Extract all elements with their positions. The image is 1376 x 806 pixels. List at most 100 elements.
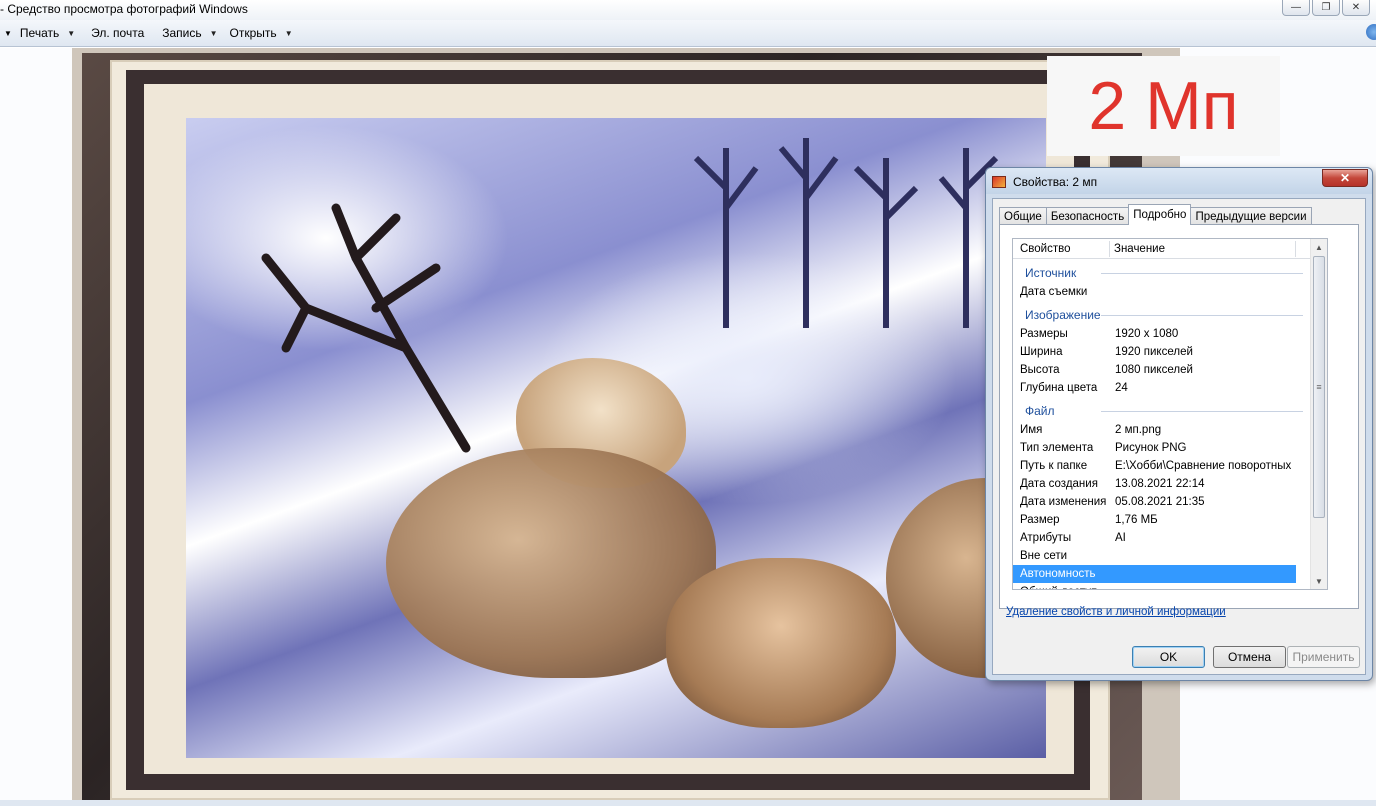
property-name: Тип элемента (1020, 442, 1094, 454)
property-value: 1080 пикселей (1115, 364, 1193, 376)
column-divider[interactable] (1295, 241, 1296, 257)
property-group-header[interactable]: Изображение (1013, 301, 1327, 325)
list-header: Свойство Значение (1013, 239, 1327, 259)
scroll-down-icon[interactable]: ▼ (1311, 573, 1327, 589)
email-button[interactable]: Эл. почта (85, 22, 150, 44)
window-title: - Средство просмотра фотографий Windows (0, 2, 248, 16)
burn-label: Запись (162, 26, 202, 40)
minimize-icon[interactable]: — (1282, 0, 1310, 16)
ok-button[interactable]: OK (1132, 646, 1205, 668)
property-value: 1920 пикселей (1115, 346, 1193, 358)
group-divider (1101, 273, 1303, 274)
property-row[interactable]: Путь к папке E:\Хобби\Сравнение поворотны… (1013, 457, 1327, 475)
property-row[interactable]: Дата изменения 05.08.2021 21:35 (1013, 493, 1327, 511)
tab-security[interactable]: Безопасность (1045, 207, 1130, 225)
property-group-header[interactable]: Источник (1013, 259, 1327, 283)
tab-details[interactable]: Подробно (1128, 204, 1192, 225)
email-label: Эл. почта (91, 26, 145, 40)
property-name: Размер (1020, 514, 1060, 526)
property-row[interactable]: Дата съемки (1013, 283, 1327, 301)
property-name: Автономность (1020, 568, 1096, 580)
group-label: Изображение (1025, 308, 1101, 322)
toolbar: ▼ Печать ▼ Эл. почта Запись ▼ Открыть ▼ (0, 20, 1376, 47)
print-label: Печать (19, 26, 60, 40)
chevron-down-icon: ▼ (67, 28, 76, 38)
property-row[interactable]: Вне сети (1013, 547, 1327, 565)
image-file-icon (992, 176, 1006, 188)
painting-scene (186, 118, 1046, 758)
property-row[interactable]: Глубина цвета 24 (1013, 379, 1327, 397)
property-value: 1920 x 1080 (1115, 328, 1179, 340)
property-name: Размеры (1020, 328, 1068, 340)
antlers-illustration (261, 203, 471, 453)
property-name: Дата съемки (1020, 286, 1088, 298)
property-row[interactable]: Общий доступ (1013, 583, 1327, 589)
properties-list[interactable]: Свойство Значение Источник Дата съемки Изо… (1012, 238, 1328, 590)
window-controls: — ❐ ✕ (1282, 0, 1370, 16)
chevron-down-icon[interactable]: ▼ (0, 22, 14, 44)
window-titlebar: - Средство просмотра фотографий Windows … (0, 0, 1376, 20)
open-menu[interactable]: Открыть ▼ (224, 22, 299, 44)
tab-previous-versions[interactable]: Предыдущие версии (1190, 207, 1312, 225)
property-value: 05.08.2021 21:35 (1115, 496, 1205, 508)
print-menu[interactable]: Печать ▼ (14, 22, 81, 44)
column-divider[interactable] (1109, 241, 1110, 257)
property-row[interactable]: Дата создания 13.08.2021 22:14 (1013, 475, 1327, 493)
properties-dialog: Свойства: 2 мп ✕ Общие Безопасность Подр… (985, 167, 1373, 681)
bottom-controls-strip (0, 800, 1376, 806)
column-header-value[interactable]: Значение (1114, 243, 1165, 255)
property-name: Высота (1020, 364, 1060, 376)
property-value: 2 мп.png (1115, 424, 1162, 436)
property-name: Дата создания (1020, 478, 1098, 490)
resolution-overlay-label: 2 Мп (1047, 56, 1280, 156)
details-panel: Свойство Значение Источник Дата съемки Изо… (999, 224, 1359, 618)
property-row[interactable]: Высота 1080 пикселей (1013, 361, 1327, 379)
tab-general[interactable]: Общие (999, 207, 1047, 225)
cancel-button[interactable]: Отмена (1213, 646, 1286, 668)
property-value: 13.08.2021 22:14 (1115, 478, 1205, 490)
burn-menu[interactable]: Запись ▼ (156, 22, 223, 44)
remove-properties-link[interactable]: Удаление свойств и личной информации (1006, 606, 1226, 618)
property-value: AI (1115, 532, 1126, 544)
group-label: Источник (1025, 266, 1077, 280)
property-name: Путь к папке (1020, 460, 1088, 472)
property-row[interactable]: Тип элемента Рисунок PNG (1013, 439, 1327, 457)
group-label: Файл (1025, 404, 1055, 418)
property-value: 24 (1115, 382, 1128, 394)
property-row[interactable]: Имя 2 мп.png (1013, 421, 1327, 439)
property-name: Глубина цвета (1020, 382, 1098, 394)
close-icon[interactable]: ✕ (1322, 169, 1368, 187)
column-header-property[interactable]: Свойство (1020, 243, 1071, 255)
trees-illustration (693, 138, 999, 328)
group-divider (1101, 315, 1303, 316)
property-row[interactable]: Размер 1,76 МБ (1013, 511, 1327, 529)
property-name: Ширина (1020, 346, 1063, 358)
vertical-scrollbar[interactable]: ▲ ≡ ▼ (1310, 239, 1327, 589)
chevron-down-icon: ▼ (209, 28, 218, 38)
property-row[interactable]: Ширина 1920 пикселей (1013, 343, 1327, 361)
dialog-tabs: Общие Безопасность Подробно Предыдущие в… (999, 204, 1312, 225)
dialog-title: Свойства: 2 мп (1013, 175, 1098, 189)
property-row[interactable]: Атрибуты AI (1013, 529, 1327, 547)
scroll-up-icon[interactable]: ▲ (1311, 239, 1327, 255)
property-value: 1,76 МБ (1115, 514, 1158, 526)
help-icon[interactable] (1366, 24, 1376, 40)
group-divider (1101, 411, 1303, 412)
restore-icon[interactable]: ❐ (1312, 0, 1340, 16)
close-icon[interactable]: ✕ (1342, 0, 1370, 16)
property-row[interactable]: Размеры 1920 x 1080 (1013, 325, 1327, 343)
properties-rows: Источник Дата съемки Изображение Размеры 192… (1013, 259, 1327, 589)
property-value: E:\Хобби\Сравнение поворотных (1115, 460, 1292, 472)
property-group-header[interactable]: Файл (1013, 397, 1327, 421)
property-row[interactable]: Автономность (1013, 565, 1296, 583)
property-name: Вне сети (1020, 550, 1068, 562)
dialog-titlebar[interactable]: Свойства: 2 мп ✕ (986, 168, 1372, 194)
lying-deer-figure (666, 558, 896, 728)
apply-button[interactable]: Применить (1287, 646, 1360, 668)
property-name: Дата изменения (1020, 496, 1107, 508)
property-value: Рисунок PNG (1115, 442, 1187, 454)
property-name: Имя (1020, 424, 1043, 436)
property-name: Атрибуты (1020, 532, 1072, 544)
chevron-down-icon: ▼ (284, 28, 293, 38)
scrollbar-thumb[interactable]: ≡ (1313, 256, 1325, 518)
